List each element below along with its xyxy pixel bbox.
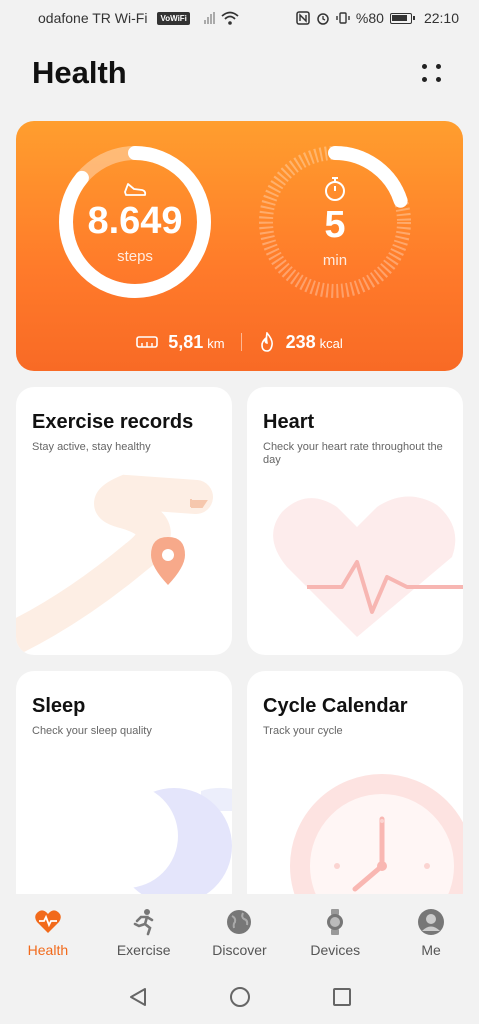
ruler-icon: [136, 336, 159, 348]
minutes-unit: min: [322, 251, 348, 269]
battery-icon: [389, 12, 415, 24]
exercise-records-title: Exercise records: [32, 411, 194, 433]
sleep-card[interactable]: Sleep Check your sleep quality: [16, 671, 232, 911]
header: Health: [32, 55, 452, 95]
watch-icon: [327, 909, 344, 935]
page-title: Health: [32, 55, 127, 90]
exercise-records-card[interactable]: Exercise records Stay active, stay healt…: [16, 387, 232, 655]
activity-summary-card[interactable]: 8.649 steps 5 min 5,81 km 238 kcal: [16, 121, 463, 371]
steps-value: 8.649: [87, 199, 183, 242]
wifi-icon: [221, 11, 239, 25]
steps-unit: steps: [117, 247, 153, 265]
minutes-ring: 5 min: [258, 145, 412, 299]
nav-exercise-label: Exercise: [116, 942, 171, 958]
sleep-title: Sleep: [32, 695, 86, 717]
exercise-records-subtitle: Stay active, stay healthy: [32, 441, 151, 453]
heart-title: Heart: [263, 411, 315, 433]
signal-icon: [203, 12, 215, 24]
cycle-calendar-card[interactable]: Cycle Calendar Track your cycle: [247, 671, 463, 911]
nfc-icon: [296, 11, 310, 25]
heart-card[interactable]: Heart Check your heart rate throughout t…: [247, 387, 463, 655]
cycle-calendar-subtitle: Track your cycle: [263, 725, 343, 737]
nav-health-label: Health: [27, 942, 69, 958]
cycle-calendar-title: Cycle Calendar: [263, 695, 408, 717]
running-person-icon: [133, 909, 153, 936]
calories-value: 238: [285, 331, 316, 352]
steps-ring: 8.649 steps: [58, 145, 212, 299]
nav-me-label: Me: [421, 942, 441, 958]
clock: 22:10: [423, 10, 459, 26]
heart-pulse-icon: [35, 910, 61, 933]
user-avatar-icon: [418, 909, 445, 935]
nav-devices[interactable]: Devices: [290, 908, 380, 958]
nav-health[interactable]: Health: [3, 908, 93, 958]
system-nav-bar: [0, 970, 479, 1024]
nav-me[interactable]: Me: [386, 908, 476, 958]
home-circle-icon[interactable]: [229, 986, 251, 1008]
distance-unit: km: [207, 335, 225, 351]
minutes-value: 5: [324, 203, 346, 246]
status-bar: odafone TR Wi-Fi VoWiFi %80 22:10: [0, 0, 479, 36]
flame-icon: [260, 332, 273, 352]
distance-value: 5,81: [168, 331, 204, 352]
nav-devices-label: Devices: [310, 942, 361, 958]
back-triangle-icon[interactable]: [127, 986, 149, 1008]
vibrate-icon: [336, 12, 350, 24]
shoe-icon: [124, 182, 147, 196]
battery-percent: %80: [355, 10, 384, 26]
vowifi-badge: VoWiFi: [157, 11, 190, 25]
carrier-label: odafone TR Wi-Fi: [38, 10, 148, 26]
stopwatch-icon: [325, 176, 345, 201]
calories-unit: kcal: [319, 335, 343, 351]
divider: [240, 333, 242, 351]
activity-footer: 5,81 km 238 kcal: [16, 329, 463, 355]
alarm-icon: [317, 13, 329, 25]
heart-subtitle: Check your heart rate throughout the day: [263, 441, 443, 467]
recents-square-icon[interactable]: [331, 986, 353, 1008]
nav-discover-label: Discover: [212, 942, 267, 958]
more-grid-icon[interactable]: [420, 61, 444, 85]
nav-exercise[interactable]: Exercise: [99, 908, 189, 958]
nav-discover[interactable]: Discover: [194, 908, 284, 958]
bottom-nav: Health Exercise Discover Devices Me: [0, 894, 479, 970]
globe-icon: [227, 910, 252, 934]
sleep-subtitle: Check your sleep quality: [32, 725, 152, 737]
